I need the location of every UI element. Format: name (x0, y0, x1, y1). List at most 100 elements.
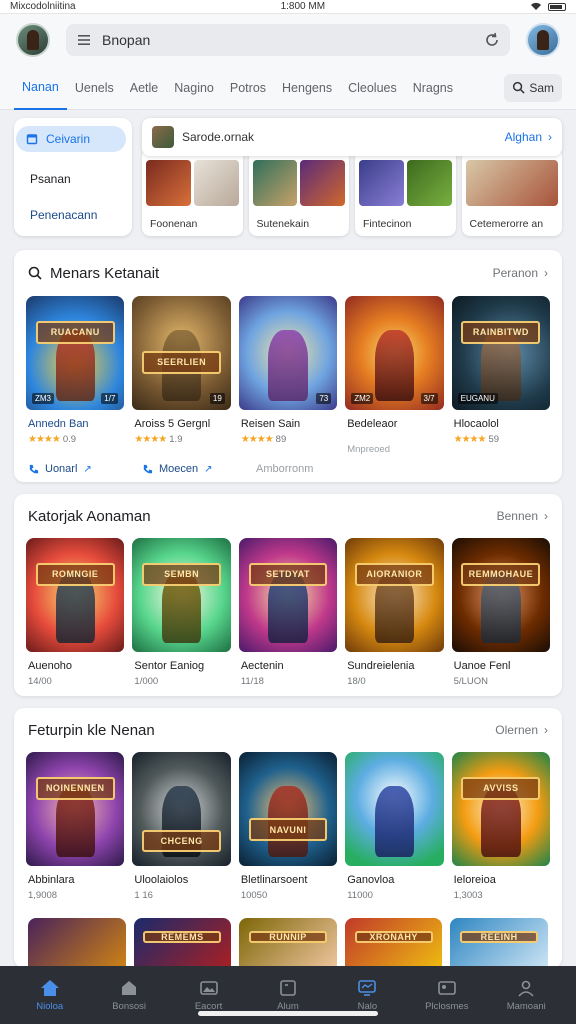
tab-nragns[interactable]: Nragns (405, 66, 461, 110)
tab-nagino[interactable]: Nagino (166, 66, 222, 110)
section-more-link[interactable]: Bennen › (497, 509, 548, 523)
game-card[interactable]: RAINBITWD EUGANU Hlocaolol ★★★★ 59 (451, 296, 551, 455)
nav-images[interactable]: Eacort (174, 979, 244, 1012)
game-card[interactable]: SEMBN Sentor Eaniog 1/000 (132, 538, 231, 687)
game-card[interactable]: SEERLIEN 19 Aroiss 5 Gergnl ★★★★ 1.9 (132, 296, 231, 455)
mini-card[interactable]: Sutenekain (248, 148, 349, 236)
star-rating-icon: ★★★★ (240, 434, 274, 445)
store-icon (122, 980, 137, 995)
section-more-label: Bennen (496, 509, 538, 523)
action-more-label[interactable]: Amborronm (256, 463, 313, 475)
nav-profile[interactable]: Mamoani (491, 979, 561, 1012)
game-name: Aroiss 5 Gergnl (134, 418, 211, 430)
nav-label: Bonsosi (112, 1000, 147, 1012)
game-card-row: NOINENNEN Abbinlara 1,9008 CHCENG Uloola… (14, 752, 562, 901)
game-card[interactable]: ROMNGIE Auenoho 14/00 (26, 538, 125, 687)
promo-thumbnail (152, 126, 174, 148)
cover-title: NAVUNI (248, 818, 328, 841)
home-indicator[interactable] (198, 1011, 378, 1016)
mini-card-images (465, 160, 558, 206)
quick-menu-card: Ceivarin Psanan Penenacann (14, 118, 132, 236)
game-name: Uanoe Fenl (453, 660, 511, 672)
section-more-link[interactable]: Peranon › (493, 266, 548, 280)
game-cover (345, 752, 444, 866)
tab-cleolues[interactable]: Cleolues (340, 66, 405, 110)
promo-banner[interactable]: Sarode.ornak Alghan › (142, 118, 562, 156)
promo-link[interactable]: Alghan › (505, 130, 552, 144)
game-card[interactable]: ZM2 3/7 Bedeleaor Mnpreoed (345, 296, 444, 455)
nav-gallery[interactable]: Plclosmes (412, 979, 482, 1012)
game-card[interactable]: 73 Reisen Sain ★★★★ 89 (238, 296, 338, 455)
nav-label: Mamoani (506, 1000, 546, 1012)
game-card[interactable]: Ganovloa 11000 (345, 752, 444, 901)
game-card[interactable]: RUNNIP (239, 918, 337, 966)
cover-title: ROMNGIE (35, 563, 115, 586)
game-card[interactable]: XRONAHY (344, 918, 443, 966)
nav-cards[interactable]: Alum (253, 979, 323, 1012)
avatar[interactable] (16, 23, 50, 57)
action-share[interactable]: Moecen ↗ (142, 463, 252, 475)
menu-icon[interactable] (76, 32, 92, 48)
section-title: Feturpin kle Nenan (28, 721, 155, 739)
game-card[interactable]: NAVUNI Bletlinarsoent 10050 (238, 752, 338, 901)
status-icons (530, 2, 566, 11)
promo-text: Sarode.ornak (182, 130, 255, 144)
arrow-icon: ↗ (83, 463, 92, 475)
quick-menu-item-1[interactable]: Psanan (14, 172, 132, 186)
phone-icon (29, 464, 39, 473)
game-card[interactable]: CHCENG Uloolaiolos 1 16 (132, 752, 231, 901)
promo-link-label: Alghan (504, 130, 542, 144)
nav-home[interactable]: Nioloa (15, 979, 85, 1012)
game-cover: RUACANU ZM3 1/7 (26, 296, 125, 410)
game-subtitle: Mnpreoed (347, 444, 390, 455)
game-cover: AIORANIOR (345, 538, 444, 652)
game-cover: NOINENNEN (26, 752, 125, 866)
calendar-icon (26, 134, 38, 145)
section-more-link[interactable]: Olernen › (495, 723, 548, 737)
game-name: Sentor Eaniog (134, 660, 205, 672)
game-name: Uloolaiolos (134, 874, 189, 886)
game-rating: ★★★★ 59 (453, 434, 500, 445)
nav-store[interactable]: Bonsosi (94, 979, 164, 1012)
game-meta: 14/00 (28, 676, 52, 687)
tab-search-button[interactable]: Sam (504, 73, 562, 102)
game-card[interactable]: SETDYAT Aectenin 11/18 (238, 538, 338, 687)
refresh-icon[interactable] (484, 32, 500, 48)
category-tabs: Nanan Uenels Aetle Nagino Potros Hengens… (0, 66, 576, 110)
search-bar[interactable]: Bnopan (66, 24, 510, 56)
cover-badge: EUGANU (457, 393, 498, 404)
tab-nanan[interactable]: Nanan (14, 66, 67, 110)
game-rating: ★★★★ 1.9 (134, 434, 183, 445)
mini-card[interactable]: Foonenan (142, 148, 243, 236)
game-cover: 73 (238, 296, 338, 410)
tab-potros[interactable]: Potros (222, 66, 274, 110)
cover-title: RUACANU (35, 321, 115, 344)
game-card[interactable] (28, 918, 126, 966)
mini-card-label: Fintecinon (363, 218, 412, 230)
game-card[interactable]: REMEMS (133, 918, 232, 966)
cover-badge: 3/7 (420, 393, 438, 404)
game-card[interactable]: REEINH (450, 918, 548, 966)
nav-label: Nioloa (36, 1000, 64, 1012)
quick-menu-pill[interactable]: Ceivarin (16, 126, 126, 152)
action-download[interactable]: Uonarl ↗ (28, 463, 128, 475)
tab-hengens[interactable]: Hengens (274, 66, 340, 110)
star-rating-icon: ★★★★ (134, 434, 167, 445)
mini-card[interactable]: Cetemerorre an (461, 148, 562, 236)
game-card[interactable]: AIORANIOR Sundreielenia 18/0 (345, 538, 444, 687)
game-card[interactable]: RUACANU ZM3 1/7 Annedn Ban ★★★★ 0.9 (26, 296, 125, 455)
tab-aetle[interactable]: Aetle (122, 66, 167, 110)
search-input[interactable]: Bnopan (102, 32, 474, 48)
quick-menu-item-2[interactable]: Penenacann (14, 208, 132, 222)
game-meta: 1 16 (134, 890, 153, 901)
profile-avatar[interactable] (526, 23, 560, 57)
mini-card[interactable]: Fintecinon (355, 148, 456, 236)
cover-title: RUNNIP (248, 931, 328, 944)
game-card[interactable]: AVVISS Ieloreioa 1,3003 (451, 752, 551, 901)
nav-monitor[interactable]: Nalo (332, 979, 402, 1012)
quick-menu-pill-label: Ceivarin (46, 132, 91, 146)
action-label: Moecen (159, 463, 199, 475)
game-card[interactable]: REMMOHAUE Uanoe Fenl 5/LUON (451, 538, 551, 687)
game-card[interactable]: NOINENNEN Abbinlara 1,9008 (26, 752, 125, 901)
tab-uenels[interactable]: Uenels (67, 66, 122, 110)
